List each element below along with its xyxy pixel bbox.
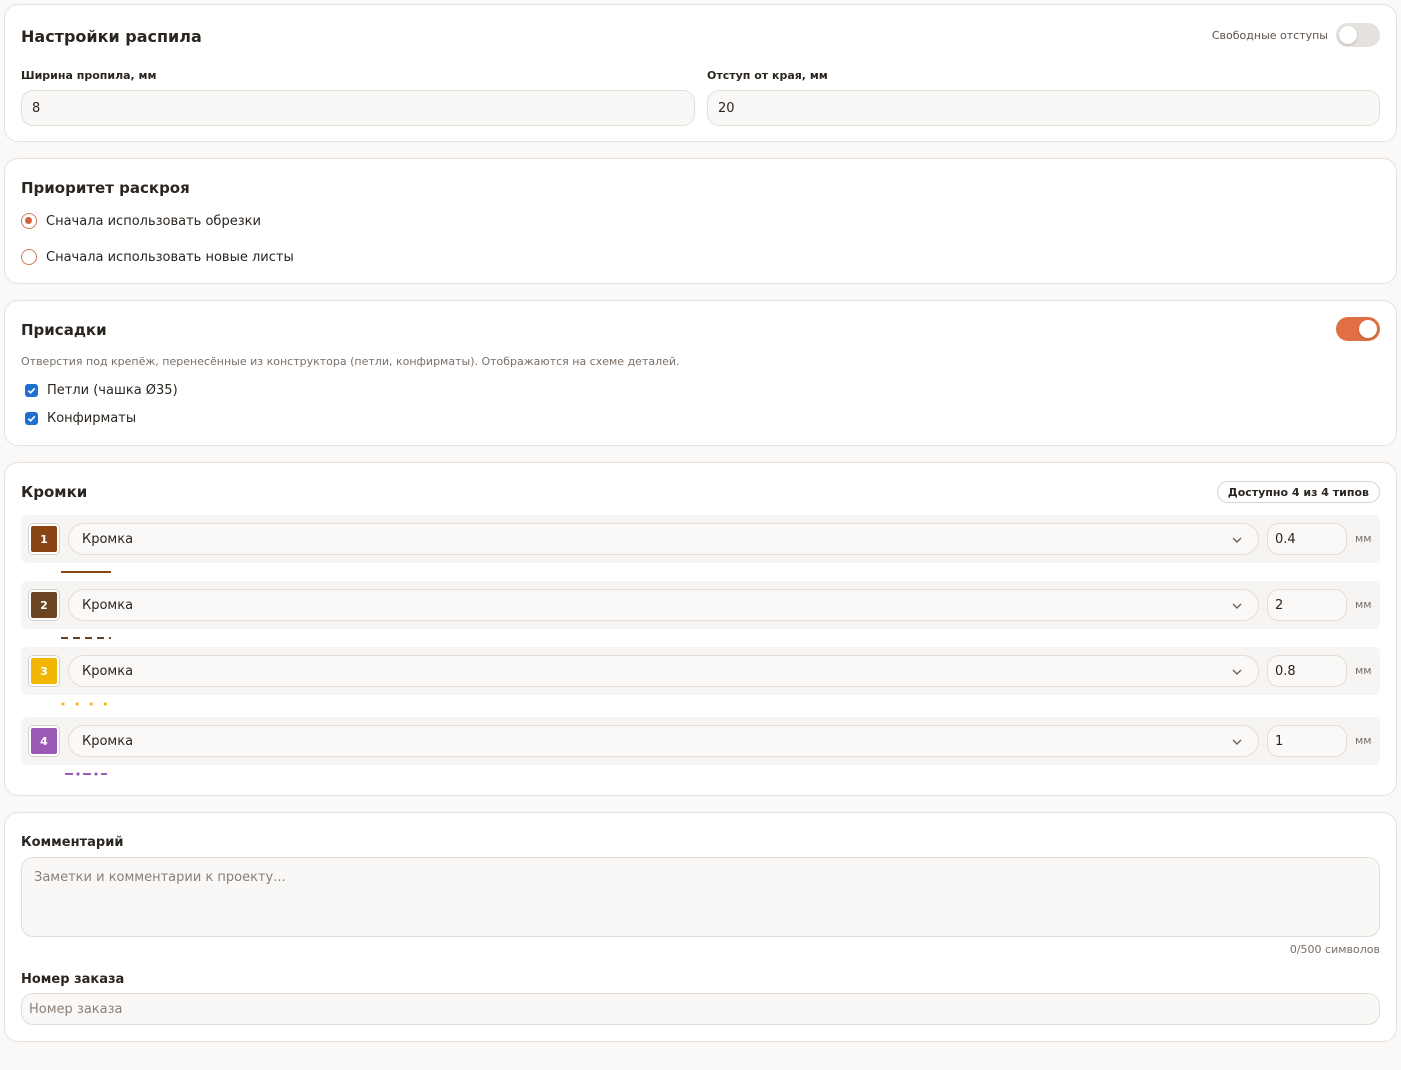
edge-thickness-unit: мм bbox=[1355, 664, 1372, 677]
edge-pattern-dotted bbox=[61, 702, 113, 706]
toggle-knob bbox=[1339, 26, 1357, 44]
free-margins-toggle[interactable] bbox=[1336, 23, 1380, 47]
drilling-description: Отверстия под крепёж, перенесённые из ко… bbox=[21, 355, 680, 368]
chevron-down-icon bbox=[1232, 537, 1242, 543]
saw-settings-title: Настройки распила bbox=[21, 27, 202, 46]
edge-thickness-unit: мм bbox=[1355, 598, 1372, 611]
edge-thickness-input[interactable]: 0.4 bbox=[1267, 523, 1347, 555]
edge-type-select[interactable]: Кромка bbox=[68, 523, 1259, 555]
edges-title: Кромки bbox=[21, 483, 88, 501]
order-number-input[interactable]: Номер заказа bbox=[21, 993, 1380, 1025]
saw-settings-card: Настройки распила Свободные отступы Шири… bbox=[4, 4, 1397, 142]
edge-offset-label: Отступ от края, мм bbox=[707, 69, 828, 82]
checkbox-checked[interactable] bbox=[25, 384, 38, 397]
edge-color-swatch[interactable]: 4 bbox=[29, 726, 59, 756]
checkbox-hinges[interactable]: Петли (чашка Ø35) bbox=[21, 383, 178, 398]
drilling-toggle[interactable] bbox=[1336, 317, 1380, 341]
chevron-down-icon bbox=[1232, 603, 1242, 609]
chevron-down-icon bbox=[1232, 739, 1242, 745]
edge-row: 3 Кромка 0.8 мм bbox=[21, 647, 1380, 695]
edge-color-swatch[interactable]: 2 bbox=[29, 590, 59, 620]
priority-card: Приоритет раскроя Сначала использовать о… bbox=[4, 158, 1397, 284]
edge-row: 4 Кромка 1 мм bbox=[21, 717, 1380, 765]
edge-type-select[interactable]: Кромка bbox=[68, 725, 1259, 757]
check-icon bbox=[27, 387, 36, 394]
free-margins-label: Свободные отступы bbox=[1211, 29, 1328, 42]
comment-char-counter: 0/500 символов bbox=[1289, 943, 1380, 956]
radio-button[interactable] bbox=[21, 249, 37, 265]
checkbox-checked[interactable] bbox=[25, 412, 38, 425]
edges-available-badge: Доступно 4 из 4 типов bbox=[1216, 481, 1380, 503]
edge-thickness-unit: мм bbox=[1355, 734, 1372, 747]
edge-offset-input[interactable]: 20 bbox=[707, 90, 1380, 126]
checkbox-confirmats-label: Конфирматы bbox=[47, 411, 137, 426]
edge-pattern-dash-dot bbox=[65, 772, 107, 776]
edge-thickness-unit: мм bbox=[1355, 532, 1372, 545]
edge-type-select[interactable]: Кромка bbox=[68, 655, 1259, 687]
radio-use-new-sheets[interactable]: Сначала использовать новые листы bbox=[21, 249, 294, 265]
edge-type-select[interactable]: Кромка bbox=[68, 589, 1259, 621]
toggle-knob bbox=[1359, 320, 1377, 338]
kerf-label: Ширина пропила, мм bbox=[21, 69, 157, 82]
checkbox-confirmats[interactable]: Конфирматы bbox=[21, 411, 136, 426]
radio-use-offcuts-label: Сначала использовать обрезки bbox=[46, 213, 261, 229]
order-number-label: Номер заказа bbox=[21, 972, 125, 987]
edge-color-swatch[interactable]: 3 bbox=[29, 656, 59, 686]
checkbox-hinges-label: Петли (чашка Ø35) bbox=[47, 383, 178, 398]
check-icon bbox=[27, 415, 36, 422]
notes-card: Комментарий Заметки и комментарии к прое… bbox=[4, 812, 1397, 1042]
edge-pattern-dashed bbox=[61, 637, 111, 639]
edges-card: Кромки Доступно 4 из 4 типов 1 Кромка 0.… bbox=[4, 462, 1397, 796]
edge-type-value: Кромка bbox=[82, 531, 134, 547]
drilling-card: Присадки Отверстия под крепёж, перенесён… bbox=[4, 300, 1397, 446]
edge-pattern-solid bbox=[61, 571, 111, 573]
comment-textarea[interactable]: Заметки и комментарии к проекту... bbox=[21, 857, 1380, 937]
radio-use-new-sheets-label: Сначала использовать новые листы bbox=[46, 249, 294, 265]
edge-thickness-input[interactable]: 2 bbox=[1267, 589, 1347, 621]
radio-use-offcuts[interactable]: Сначала использовать обрезки bbox=[21, 213, 261, 229]
comment-label: Комментарий bbox=[21, 835, 124, 850]
priority-title: Приоритет раскроя bbox=[21, 179, 190, 197]
edge-type-value: Кромка bbox=[82, 663, 134, 679]
edge-row: 2 Кромка 2 мм bbox=[21, 581, 1380, 629]
edge-color-swatch[interactable]: 1 bbox=[29, 524, 59, 554]
edge-row: 1 Кромка 0.4 мм bbox=[21, 515, 1380, 563]
edge-thickness-input[interactable]: 0.8 bbox=[1267, 655, 1347, 687]
edge-thickness-input[interactable]: 1 bbox=[1267, 725, 1347, 757]
kerf-input[interactable]: 8 bbox=[21, 90, 695, 126]
radio-button-checked[interactable] bbox=[21, 213, 37, 229]
chevron-down-icon bbox=[1232, 669, 1242, 675]
edge-type-value: Кромка bbox=[82, 733, 134, 749]
comment-placeholder: Заметки и комментарии к проекту... bbox=[34, 870, 286, 885]
order-number-placeholder: Номер заказа bbox=[29, 1001, 123, 1017]
edge-type-value: Кромка bbox=[82, 597, 134, 613]
drilling-title: Присадки bbox=[21, 321, 107, 339]
